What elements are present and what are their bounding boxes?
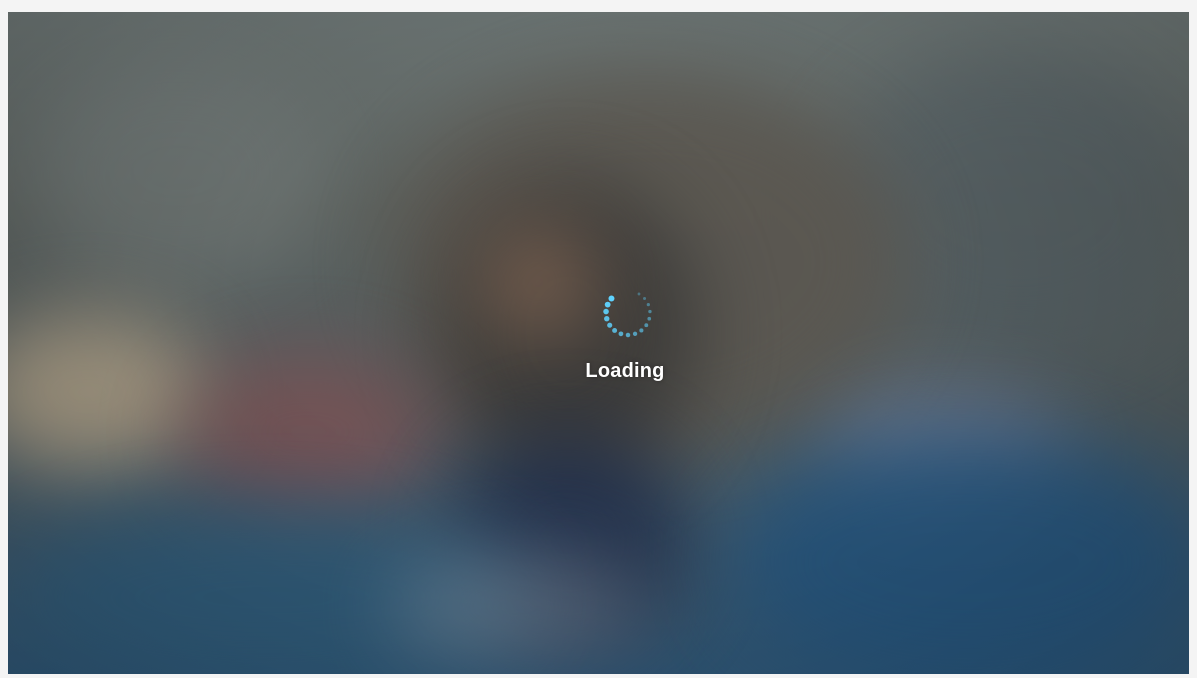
spinner-dot [604,316,610,322]
lock-screen [8,12,1189,674]
spinner-dot [646,302,650,307]
spinner-dot [643,296,647,300]
wallpaper-vignette [8,12,1189,674]
spinner-dot [604,301,611,308]
spinner-dot [632,331,638,336]
spinner-dot [625,332,631,338]
loading-label: Loading [585,360,665,382]
spinner-dot [648,309,652,314]
spinner-dot [608,295,615,302]
spinner-dot [612,327,618,333]
spinner-dot [639,328,644,333]
spinner-dot [644,323,649,328]
photo-frame: Loading [0,0,1197,678]
spinner-dot [603,308,609,315]
spinner-dot [637,292,641,296]
spinner-icon [603,292,652,338]
spinner-dot [618,331,624,337]
spinner-dot [647,316,652,321]
spinner-dot [607,322,613,328]
